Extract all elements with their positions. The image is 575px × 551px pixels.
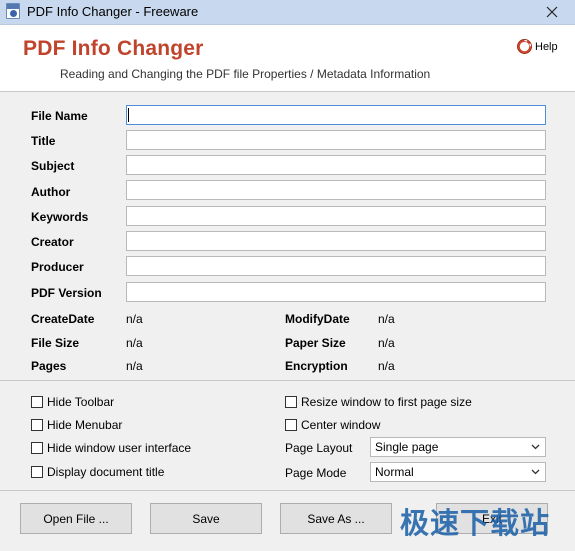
keywords-label: Keywords <box>31 210 89 224</box>
pdf-version-label: PDF Version <box>31 286 102 300</box>
hide-window-ui-label: Hide window user interface <box>47 441 192 455</box>
save-as-button[interactable]: Save As ... <box>280 503 392 534</box>
create-date-value: n/a <box>126 312 143 326</box>
resize-window-checkbox[interactable]: Resize window to first page size <box>285 395 472 409</box>
subject-input[interactable] <box>126 155 546 175</box>
file-size-label: File Size <box>31 336 80 350</box>
save-label: Save <box>192 511 220 526</box>
checkbox-box[interactable] <box>285 396 297 408</box>
title-bar: PDF Info Changer - Freeware <box>0 0 575 25</box>
open-file-label: Open File ... <box>43 511 109 526</box>
buttons-divider <box>0 490 575 491</box>
page-layout-label: Page Layout <box>285 441 353 455</box>
pdf-version-input[interactable] <box>126 282 546 302</box>
file-size-value: n/a <box>126 336 143 350</box>
hide-window-ui-checkbox[interactable]: Hide window user interface <box>31 441 191 455</box>
display-doc-title-checkbox[interactable]: Display document title <box>31 465 164 479</box>
save-button[interactable]: Save <box>150 503 262 534</box>
creator-label: Creator <box>31 235 74 249</box>
page-mode-label: Page Mode <box>285 466 347 480</box>
page-layout-select[interactable]: Single page <box>370 437 546 457</box>
checkbox-box[interactable] <box>31 419 43 431</box>
options-divider <box>0 380 575 381</box>
author-label: Author <box>31 185 71 199</box>
modify-date-label: ModifyDate <box>285 312 350 326</box>
creator-input[interactable] <box>126 231 546 251</box>
hide-menubar-checkbox[interactable]: Hide Menubar <box>31 418 122 432</box>
lifebuoy-icon <box>517 39 532 54</box>
display-doc-title-label: Display document title <box>47 465 165 479</box>
file-name-label: File Name <box>31 109 88 123</box>
file-name-input[interactable] <box>126 105 546 125</box>
paper-size-label: Paper Size <box>285 336 346 350</box>
create-date-label: CreateDate <box>31 312 95 326</box>
author-input[interactable] <box>126 180 546 200</box>
pages-value: n/a <box>126 359 143 373</box>
keywords-input[interactable] <box>126 206 546 226</box>
app-icon <box>6 3 20 19</box>
modify-date-value: n/a <box>378 312 395 326</box>
subject-label: Subject <box>31 159 75 173</box>
help-button[interactable]: Help <box>517 39 558 54</box>
page-mode-value: Normal <box>375 465 414 479</box>
checkbox-box[interactable] <box>285 419 297 431</box>
chevron-down-icon <box>531 444 540 450</box>
pages-label: Pages <box>31 359 67 373</box>
app-name: PDF Info Changer <box>23 37 204 60</box>
hide-menubar-label: Hide Menubar <box>47 418 123 432</box>
paper-size-value: n/a <box>378 336 395 350</box>
resize-window-label: Resize window to first page size <box>301 395 472 409</box>
page-layout-value: Single page <box>375 440 439 454</box>
producer-input[interactable] <box>126 256 546 276</box>
save-as-label: Save As ... <box>307 511 365 526</box>
watermark: 极速下载站 <box>400 506 551 540</box>
app-header: PDF Info Changer Reading and Changing th… <box>0 25 575 92</box>
producer-label: Producer <box>31 260 84 274</box>
page-mode-select[interactable]: Normal <box>370 462 546 482</box>
encryption-label: Encryption <box>285 359 348 373</box>
checkbox-box[interactable] <box>31 396 43 408</box>
center-window-label: Center window <box>301 418 381 432</box>
checkbox-box[interactable] <box>31 466 43 478</box>
chevron-down-icon <box>531 469 540 475</box>
window-title: PDF Info Changer - Freeware <box>27 4 199 19</box>
close-icon <box>546 6 558 18</box>
close-button[interactable] <box>529 0 575 24</box>
open-file-button[interactable]: Open File ... <box>20 503 132 534</box>
text-caret <box>128 108 129 122</box>
checkbox-box[interactable] <box>31 442 43 454</box>
hide-toolbar-label: Hide Toolbar <box>47 395 115 409</box>
help-label: Help <box>535 40 558 53</box>
title-input[interactable] <box>126 130 546 150</box>
title-label: Title <box>31 134 56 148</box>
app-subtitle: Reading and Changing the PDF file Proper… <box>60 67 431 81</box>
hide-toolbar-checkbox[interactable]: Hide Toolbar <box>31 395 114 409</box>
encryption-value: n/a <box>378 359 395 373</box>
center-window-checkbox[interactable]: Center window <box>285 418 380 432</box>
